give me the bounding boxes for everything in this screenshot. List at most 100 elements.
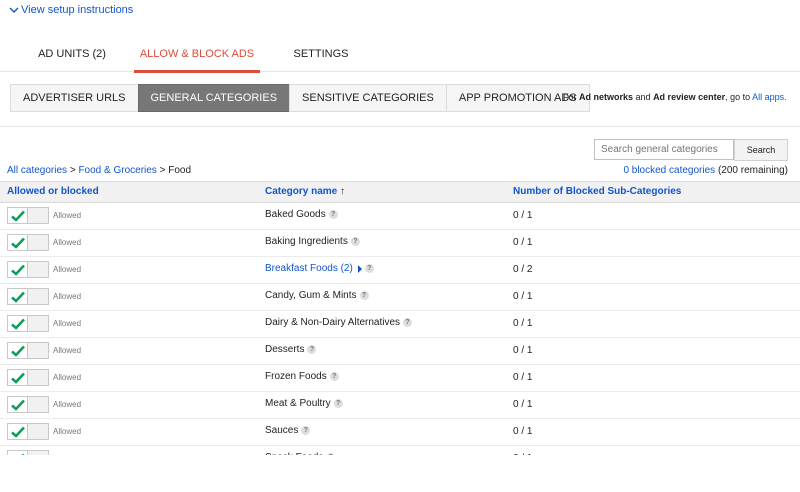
note-ad-review-center: Ad review center [653,92,726,102]
blocked-subcategory-count: 0 / 1 [513,426,533,437]
allow-block-toggle[interactable] [7,207,49,224]
category-name: Meat & Poultry? [265,398,343,409]
setup-link-label: View setup instructions [21,4,134,16]
blocked-subcategory-count: 0 / 1 [513,318,533,329]
blocked-state [28,397,48,412]
allow-block-toggle[interactable] [7,234,49,251]
note-ad-networks: Ad networks [579,92,634,102]
category-name-label: Desserts [265,344,305,355]
subtab-general-categories[interactable]: GENERAL CATEGORIES [137,84,291,112]
category-table-body: Allowed Baked Goods? 0 / 1 Allowed Baking In… [0,203,800,455]
blocked-categories-link[interactable]: 0 blocked categories [623,165,715,176]
table-row: Allowed Breakfast Foods (2)? 0 / 2 [0,257,800,284]
check-icon [10,264,25,276]
blocked-state [28,262,48,277]
status-label: Allowed [53,427,82,436]
category-name-label: Baking Ingredients [265,236,348,247]
help-icon[interactable]: ? [329,372,339,381]
tab-allow-block-ads[interactable]: ALLOW & BLOCK ADS [134,36,260,73]
blocked-state [28,235,48,250]
help-icon[interactable]: ? [307,345,317,354]
check-icon [10,237,25,249]
category-name-label: Candy, Gum & Mints [265,290,357,301]
breadcrumb-separator: > [69,165,76,176]
subtab-sensitive-categories[interactable]: SENSITIVE CATEGORIES [289,84,447,112]
category-name[interactable]: Breakfast Foods (2)? [265,263,374,274]
allowed-state [8,397,28,412]
blocked-summary: 0 blocked categories (200 remaining) [623,165,788,176]
tab-ad-units[interactable]: AD UNITS (2) [34,36,110,72]
help-icon[interactable]: ? [359,291,369,300]
status-label: Allowed [53,346,82,355]
allow-block-toggle[interactable] [7,342,49,359]
allow-block-toggle[interactable] [7,369,49,386]
help-icon[interactable]: ? [403,318,413,327]
header-category-name-label: Category name [265,186,338,197]
help-icon[interactable]: ? [328,210,338,219]
blocked-subcategory-count: 0 / 1 [513,453,532,455]
allowed-state [8,316,28,331]
note-mid: and [633,92,654,102]
check-icon [10,399,25,411]
category-name: Baked Goods? [265,209,338,220]
check-icon [20,453,25,455]
note-suffix: , go to [725,92,753,102]
check-icon [10,291,25,303]
blocked-subcategory-count: 0 / 1 [513,345,533,356]
breadcrumb-all-categories[interactable]: All categories [7,165,67,176]
blocked-subcategory-count: 0 / 1 [513,237,533,248]
table-header: Allowed or blocked Category name ↑ Numbe… [0,181,800,203]
table-row: Allowed Frozen Foods? 0 / 1 [0,365,800,392]
table-row: Allowed Baking Ingredients? 0 / 1 [0,230,800,257]
help-icon[interactable]: ? [333,399,343,408]
blocked-state [28,289,48,304]
header-category-name[interactable]: Category name ↑ [265,186,345,197]
category-name: Snack Foods? [265,452,336,455]
sort-ascending-icon: ↑ [340,186,346,197]
category-name: Dairy & Non-Dairy Alternatives? [265,317,413,328]
subtab-advertiser-urls[interactable]: ADVERTISER URLS [10,84,139,112]
allow-block-toggle[interactable] [7,450,49,455]
breadcrumb-food-groceries[interactable]: Food & Groceries [78,165,156,176]
breadcrumb: All categories > Food & Groceries > Food [7,165,191,176]
table-row: Allowed Dairy & Non-Dairy Alternatives? 0 … [0,311,800,338]
help-icon[interactable]: ? [326,453,336,455]
category-name: Candy, Gum & Mints? [265,290,369,301]
note-prefix: For [563,92,580,102]
allow-block-toggle[interactable] [7,315,49,332]
blocked-state [28,451,48,455]
expand-arrow-icon[interactable] [357,264,362,273]
blocked-state [28,343,48,358]
view-setup-instructions-link[interactable]: View setup instructions [9,4,133,16]
remaining-count: (200 remaining) [717,165,788,176]
header-allowed-or-blocked[interactable]: Allowed or blocked [7,186,99,197]
all-apps-link[interactable]: All apps. [752,92,787,102]
allow-block-toggle[interactable] [7,396,49,413]
allow-block-toggle[interactable] [7,423,49,440]
blocked-subcategory-count: 0 / 1 [513,291,533,302]
status-label: Allowed [53,400,82,409]
help-icon[interactable]: ? [350,237,360,246]
status-label: Allowed [53,265,82,274]
table-row: Allowed Baked Goods? 0 / 1 [0,203,800,230]
allowed-state [8,343,28,358]
help-icon[interactable]: ? [364,264,374,273]
status-label: Allowed [53,211,82,220]
blocked-subcategory-count: 0 / 1 [513,372,533,383]
allowed-state [8,370,28,385]
category-name-label: Dairy & Non-Dairy Alternatives [265,317,401,328]
search-general-categories-input[interactable] [594,139,734,160]
search-button[interactable]: Search [734,139,788,161]
check-icon [10,318,25,330]
allowed-state [8,424,28,439]
chevron-down-icon [9,7,19,13]
allow-block-toggle[interactable] [7,288,49,305]
tab-settings[interactable]: SETTINGS [288,36,354,72]
header-blocked-subcategories[interactable]: Number of Blocked Sub-Categories [513,186,681,197]
category-name-label: Sauces [265,425,299,436]
help-icon[interactable]: ? [301,426,311,435]
main-tabs: AD UNITS (2) ALLOW & BLOCK ADS SETTINGS [0,36,800,73]
sub-tabs-bar: ADVERTISER URLS GENERAL CATEGORIES SENSI… [0,83,800,127]
status-label: Allowed [53,373,82,382]
allow-block-toggle[interactable] [7,261,49,278]
